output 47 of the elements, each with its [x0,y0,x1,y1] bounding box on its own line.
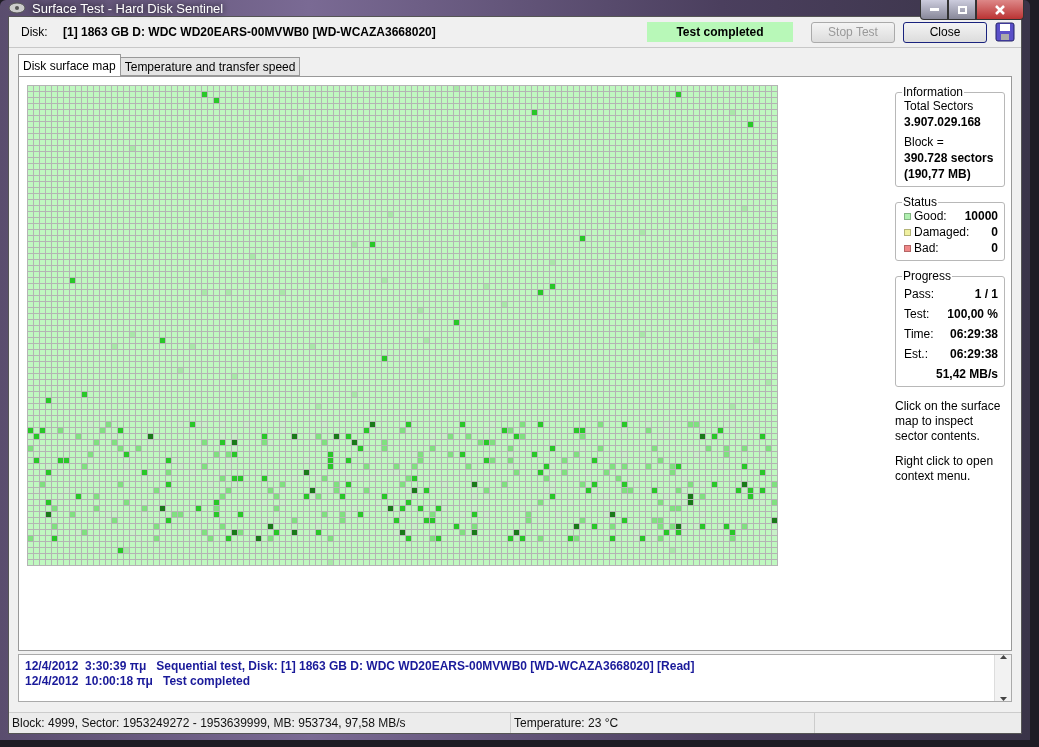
progress-value: 06:29:38 [949,347,998,361]
status-label: Damaged: [914,225,970,239]
dialog-button[interactable]: Close [903,21,987,43]
progress-value: 06:29:38 [949,327,998,341]
save-icon[interactable] [995,22,1015,42]
minimize-icon [929,8,939,11]
info-text: 390.728 sectors [904,151,995,165]
log-entry: 12/4/2012 3:30:39 πμ Sequential test, Disk: [1] 1863 GB D: WDC WD20EARS-00MVWB0 [WD-WCAZA3668020] [Read] [25,659,696,673]
status-value: 10000 [964,209,998,223]
tab[interactable]: Disk surface map [18,54,121,76]
tab[interactable]: Temperature and transfer speed [119,57,301,76]
progress-value: 1 / 1 [974,287,998,301]
status-value: 0 [991,241,998,255]
close-icon [995,4,1005,15]
status-value: 0 [991,225,998,239]
scroll-up-icon[interactable] [999,655,1007,659]
window-title: Surface Test - Hard Disk Sentinel [32,0,224,16]
maximize-button[interactable] [948,0,976,20]
progress-value: 51,42 MB/s [935,367,998,381]
progress-label: Est.: [904,347,928,361]
group-title: Status [902,195,939,209]
status-bar-text: Block: 4999, Sector: 1953249272 - 1953639999, MB: 953734, 97,58 MB/s [9,713,511,733]
scrollbar[interactable] [994,655,1011,701]
status-label: Good: [914,209,947,223]
test-status: Test completed [647,22,793,42]
group-title: Information [902,85,965,99]
minimize-button[interactable] [920,0,948,20]
maximize-icon [957,5,967,14]
disk-name: [1] 1863 GB D: WDC WD20EARS-00MVWB0 [WD-WCAZA3668020] [63,25,437,39]
progress-label: Pass: [904,287,934,301]
info-text: 3.907.029.168 [904,115,982,129]
disk-label: Disk: [21,25,49,39]
info-text: Total Sectors [904,99,975,113]
status-bar-text: Temperature: 23 °C [511,713,815,733]
close-button[interactable] [976,0,1024,20]
info-text: Block = [904,135,945,149]
log-entry: 12/4/2012 10:00:18 πμ Test completed [25,674,252,688]
progress-label: Time: [904,327,934,341]
group-title: Progress [902,269,953,283]
info-text: (190,77 MB) [904,167,972,181]
scroll-down-icon[interactable] [999,697,1007,701]
hint-text: Right click to open context menu. [895,454,995,484]
progress-label: Test: [904,307,930,321]
hint-text: Click on the surface map to inspect sector contents. [895,399,1002,444]
progress-value: 100,00 % [947,307,998,321]
disk-icon [8,1,26,15]
status-label: Bad: [914,241,939,255]
